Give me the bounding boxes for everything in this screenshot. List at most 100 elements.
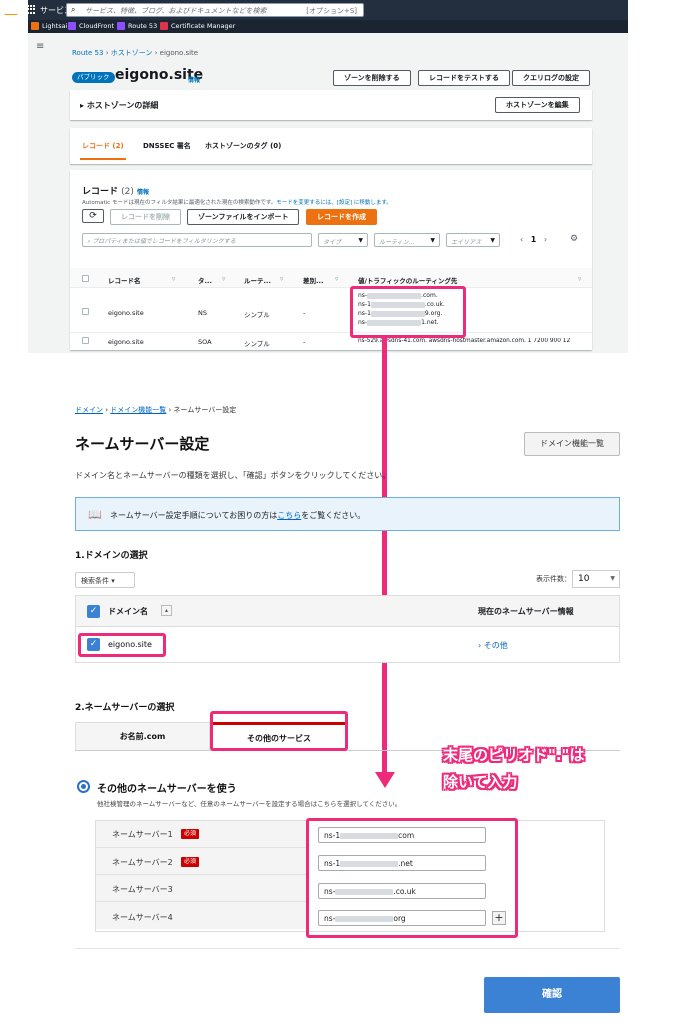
sort-icon[interactable]: ▿ <box>335 275 338 283</box>
tab-zone-tags[interactable]: ホストゾーンのタグ (0) <box>205 141 281 151</box>
record-diff: - <box>303 309 306 317</box>
route53-icon <box>117 22 125 30</box>
sort-icon[interactable]: ▿ <box>222 275 225 283</box>
search-condition-toggle[interactable]: 検索条件 ▾ <box>75 572 135 588</box>
menu-icon[interactable]: ≡ <box>36 41 44 52</box>
col-value[interactable]: 値/トラフィックのルーティング先 <box>358 275 457 285</box>
alias-filter-select[interactable]: エイリアス ▼ <box>446 233 500 247</box>
annotation-arrow <box>382 338 387 778</box>
record-routing: シンプル <box>244 340 270 348</box>
tab-onamae[interactable]: お名前.com <box>75 722 210 750</box>
search-shortcut: [オプション+S] <box>306 7 357 15</box>
breadcrumb-domain[interactable]: ドメイン <box>75 406 103 414</box>
routing-filter-select[interactable]: ルーティン... ▼ <box>374 233 440 247</box>
favorite-route53[interactable]: Route 53 <box>117 22 157 30</box>
caret-down-icon: ▼ <box>610 575 615 582</box>
record-name: eigono.site <box>108 309 144 317</box>
record-diff: - <box>303 338 306 346</box>
search-icon: ⌕ <box>71 5 76 14</box>
col-type[interactable]: タ... <box>198 275 212 285</box>
refresh-icon[interactable]: ⟳ <box>82 209 104 223</box>
gear-icon[interactable]: ⚙ <box>570 234 578 244</box>
record-value: ns-529.awsdns-41.com. awsdns-hostmaster.… <box>358 338 571 344</box>
row-divider <box>70 332 592 333</box>
next-page-icon[interactable]: › <box>544 235 547 244</box>
sort-icon[interactable]: ▿ <box>578 275 581 283</box>
arrow-head-icon <box>375 772 395 788</box>
per-page-select[interactable]: 10 ▼ <box>572 570 620 588</box>
import-zone-button[interactable]: ゾーンファイルをインポート <box>187 209 300 225</box>
sort-icon[interactable]: ▿ <box>280 275 283 283</box>
select-all-checkbox[interactable]: ✓ <box>87 605 100 618</box>
row-checkbox[interactable] <box>82 308 89 315</box>
lightsail-icon <box>31 22 39 30</box>
col-current-ns: 現在のネームサーバー情報 <box>478 607 574 616</box>
records-table-header <box>70 268 592 288</box>
current-ns-link[interactable]: › その他 <box>478 640 508 651</box>
ns2-label: ネームサーバー2 <box>112 858 173 867</box>
page-description: ドメイン名とネームサーバーの種類を選択し、「確認」ボタンをクリックしてください。 <box>75 471 391 480</box>
page-title: ネームサーバー設定 <box>75 435 210 453</box>
delete-zone-button[interactable]: ゾーンを削除する <box>333 70 411 86</box>
zone-details-toggle[interactable]: ▸ ホストゾーンの詳細 <box>80 100 158 111</box>
favorite-cloudfront[interactable]: CloudFront <box>68 22 114 30</box>
breadcrumb: Route 53 › ホストゾーン › eigono.site <box>72 48 198 58</box>
select-all-checkbox[interactable] <box>82 275 89 282</box>
row-checkbox[interactable] <box>82 337 89 344</box>
services-grid-icon[interactable] <box>27 5 36 14</box>
favorite-lightsail[interactable]: Lightsail <box>31 22 69 30</box>
record-routing: シンプル <box>244 311 270 319</box>
tab-dnssec[interactable]: DNSSEC 署名 <box>143 141 191 151</box>
active-tab-indicator <box>80 158 126 160</box>
highlight-domain <box>78 633 166 657</box>
breadcrumb-route53[interactable]: Route 53 <box>72 49 103 57</box>
col-record-name[interactable]: レコード名 <box>108 275 141 285</box>
tab-records[interactable]: レコード (2) <box>82 141 124 151</box>
aws-logo[interactable]: aws <box>4 3 24 13</box>
caret-down-icon: ▼ <box>430 237 435 244</box>
edit-zone-button[interactable]: ホストゾーンを編集 <box>495 97 580 113</box>
favorites-bar: Lightsail CloudFront Route 53 Certificat… <box>28 20 628 33</box>
cloudfront-icon <box>68 22 76 30</box>
other-ns-radio[interactable] <box>77 780 90 793</box>
breadcrumb-domain-features[interactable]: ドメイン機能一覧 <box>110 406 166 414</box>
prev-page-icon[interactable]: ‹ <box>520 235 523 244</box>
caret-down-icon: ▼ <box>358 237 363 244</box>
query-log-button[interactable]: クエリログの設定 <box>512 70 590 86</box>
required-badge: 必須 <box>181 829 200 839</box>
records-info-link[interactable]: 情報 <box>137 189 149 196</box>
col-routing[interactable]: ルーテ... <box>244 275 271 285</box>
book-icon: 📖 <box>88 508 102 521</box>
sort-icon[interactable]: ▿ <box>172 275 175 283</box>
breadcrumb: ドメイン › ドメイン機能一覧 › ネームサーバー設定 <box>75 405 236 415</box>
create-record-button[interactable]: レコードを作成 <box>306 209 377 225</box>
delete-record-button[interactable]: レコードを削除 <box>110 209 181 225</box>
favorite-certificate-manager[interactable]: Certificate Manager <box>160 22 235 30</box>
col-domain-name: ドメイン名 <box>108 607 148 616</box>
breadcrumb-current: ネームサーバー設定 <box>173 406 237 414</box>
record-filter-input[interactable]: ⌕ プロパティまたは値でレコードをフィルタリングする <box>82 233 312 247</box>
records-description: Automatic モードは現在のフィルタ結果に最適化された現在の検索動作です。… <box>82 200 392 206</box>
record-type: SOA <box>198 338 212 346</box>
type-filter-select[interactable]: タイプ ▼ <box>318 233 368 247</box>
domain-features-button[interactable]: ドメイン機能一覧 <box>524 432 620 456</box>
ns3-label: ネームサーバー3 <box>112 885 173 894</box>
confirm-button[interactable]: 確認 <box>484 977 620 1013</box>
breadcrumb-current: eigono.site <box>159 49 199 57</box>
other-ns-description: 他社検管理のネームサーバーなど、任意のネームサーバーを設定する場合はこちらを選択… <box>97 800 402 808</box>
info-link[interactable]: 情報 <box>188 75 200 84</box>
record-type: NS <box>198 309 207 317</box>
col-differentiator[interactable]: 差別... <box>303 275 323 285</box>
per-page-label: 表示件数： <box>536 575 571 583</box>
current-page[interactable]: 1 <box>531 235 537 244</box>
help-link[interactable]: こちら <box>277 511 301 520</box>
sort-icon[interactable]: ▴ <box>161 605 172 616</box>
highlight-tab <box>210 711 348 751</box>
breadcrumb-hosted-zones[interactable]: ホストゾーン <box>111 49 153 57</box>
records-title: レコード (2) 情報 <box>82 187 150 197</box>
aws-search-input[interactable]: ⌕ サービス、特徴、ブログ、およびドキュメントなどを検索 [オプション+S] <box>66 3 364 17</box>
section-ns-select: 2.ネームサーバーの選択 <box>75 703 175 713</box>
test-record-button[interactable]: レコードをテストする <box>418 70 510 86</box>
other-ns-title[interactable]: その他のネームサーバーを使う <box>97 780 237 795</box>
public-badge: パブリック <box>72 72 115 83</box>
